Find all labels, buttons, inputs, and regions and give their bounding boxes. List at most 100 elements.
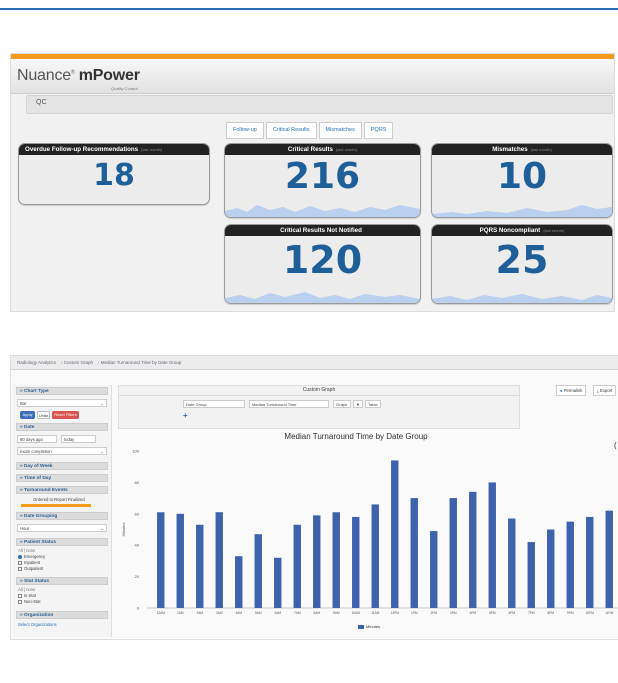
x-tick-label: 7AM	[294, 611, 301, 615]
card-header: Critical Results Not Notified	[225, 225, 420, 236]
x-tick-label: 7PM	[528, 611, 535, 615]
bar-9AM[interactable]	[332, 512, 340, 608]
x-tick-label: 5PM	[489, 611, 496, 615]
x-tick-label: 3PM	[450, 611, 457, 615]
card-mismatches[interactable]: Mismatches (last month) 10	[431, 143, 613, 218]
x-tick-label: 10PM	[586, 611, 595, 615]
x-tick-label: 3AM	[216, 611, 223, 615]
search-value: QC	[36, 99, 47, 106]
bar-10PM[interactable]	[586, 516, 594, 608]
mpower-dashboard: Nuance® mPower Quality Control QC Follow…	[10, 53, 615, 312]
bar-8AM[interactable]	[313, 515, 321, 608]
card-title: Mismatches	[492, 146, 528, 153]
card-pqrs-noncompliant[interactable]: PQRS Noncompliant (last month) 25	[431, 224, 613, 304]
tab-critical-results[interactable]: Critical Results	[265, 122, 317, 139]
card-value: 120	[282, 238, 363, 282]
logo-subtitle: Quality Control	[111, 86, 138, 91]
x-tick-label: 12PM	[391, 611, 400, 615]
x-tick-label: 9AM	[333, 611, 340, 615]
card-value: 10	[496, 156, 548, 197]
bar-4PM[interactable]	[469, 491, 477, 608]
card-header: PQRS Noncompliant (last month)	[432, 225, 612, 236]
card-value: 25	[495, 238, 549, 282]
bar-10AM[interactable]	[352, 516, 360, 608]
card-subtitle: (last month)	[335, 147, 358, 152]
y-tick-label: 80	[135, 480, 140, 485]
bar-6PM[interactable]	[508, 518, 516, 608]
card-title: Critical Results Not Notified	[280, 227, 362, 234]
bar-1AM[interactable]	[176, 513, 184, 608]
logo-brand: Nuance	[17, 67, 71, 84]
bar-6AM[interactable]	[274, 557, 282, 608]
x-tick-label: 5AM	[255, 611, 262, 615]
app-logo: Nuance® mPower	[17, 67, 140, 84]
bar-3AM[interactable]	[215, 512, 223, 608]
sparkline-chart	[225, 205, 420, 217]
x-tick-label: 4PM	[469, 611, 476, 615]
x-tick-label: 12AM	[157, 611, 166, 615]
card-title: Critical Results	[287, 146, 333, 153]
x-tick-label: 2AM	[196, 611, 203, 615]
card-subtitle: (last month)	[530, 147, 552, 152]
chart-legend: Minutes	[358, 624, 380, 629]
x-tick-label: 1PM	[411, 611, 418, 615]
x-tick-label: 4AM	[235, 611, 242, 615]
x-tick-label: 6PM	[508, 611, 515, 615]
bar-11PM[interactable]	[605, 510, 613, 608]
bar-9PM[interactable]	[566, 521, 574, 608]
card-value: 18	[93, 158, 135, 193]
legend-swatch	[358, 624, 364, 629]
sparkline-chart	[225, 292, 420, 303]
bar-3PM[interactable]	[449, 498, 457, 608]
card-title: PQRS Noncompliant	[479, 227, 541, 234]
tab-pqrs[interactable]: PQRS	[363, 122, 394, 139]
bar-11AM[interactable]	[371, 504, 379, 608]
x-tick-label: 11AM	[371, 611, 379, 615]
x-tick-label: 9PM	[567, 611, 574, 615]
card-subtitle: (last month)	[543, 228, 565, 233]
bar-12PM[interactable]	[391, 460, 399, 608]
legend-label: Minutes	[366, 624, 381, 629]
x-tick-label: 6AM	[274, 611, 281, 615]
tab-strip: Follow-up Critical Results Mismatches PQ…	[226, 122, 395, 139]
card-header: Critical Results (last month)	[225, 144, 420, 155]
x-tick-label: 1AM	[177, 611, 184, 615]
tab-follow-up[interactable]: Follow-up	[226, 122, 264, 139]
search-bar[interactable]: QC	[26, 95, 613, 114]
bar-2PM[interactable]	[430, 531, 438, 608]
card-header: Mismatches (last month)	[432, 144, 612, 155]
analytics-window: Radiology Analytics › Custom Graph › Media…	[10, 355, 618, 640]
bar-5PM[interactable]	[488, 482, 496, 608]
bar-1PM[interactable]	[410, 498, 418, 608]
bar-chart: 0 20 40 60 80 100 Minutes 12AM 1AM 2AM 3AM 4AM 5AM 6A…	[121, 449, 618, 615]
y-tick-label: 60	[135, 511, 140, 516]
card-overdue-follow-up[interactable]: Overdue Follow-up Recommendations (last m…	[18, 143, 210, 205]
logo-product: mPower	[78, 67, 140, 84]
bar-12AM[interactable]	[157, 512, 165, 608]
bar-4AM[interactable]	[235, 556, 243, 608]
bar-7PM[interactable]	[527, 542, 535, 608]
tab-mismatches[interactable]: Mismatches	[318, 122, 362, 139]
card-critical-results[interactable]: Critical Results (last month) 216	[224, 143, 421, 218]
card-subtitle: (last month)	[141, 147, 163, 152]
y-tick-label: 0	[137, 606, 140, 611]
y-tick-label: 20	[135, 574, 140, 579]
bar-8PM[interactable]	[547, 529, 555, 609]
bar-7AM[interactable]	[293, 524, 301, 608]
y-tick-label: 40	[135, 543, 140, 548]
bar-5AM[interactable]	[254, 534, 262, 608]
card-title: Overdue Follow-up Recommendations	[25, 146, 139, 153]
card-value: 216	[284, 156, 361, 197]
card-critical-not-notified[interactable]: Critical Results Not Notified 120	[224, 224, 421, 304]
x-tick-label: 10AM	[352, 611, 361, 615]
top-divider	[0, 8, 618, 10]
bar-2AM[interactable]	[196, 524, 204, 608]
x-tick-label: 11PM	[605, 611, 613, 615]
sparkline-chart	[432, 294, 612, 303]
y-axis-label: Minutes	[121, 522, 126, 536]
x-tick-label: 2PM	[430, 611, 437, 615]
card-header: Overdue Follow-up Recommendations (last m…	[19, 144, 209, 155]
sparkline-chart	[432, 205, 612, 217]
x-tick-label: 8PM	[547, 611, 554, 615]
y-tick-label: 100	[132, 449, 139, 454]
